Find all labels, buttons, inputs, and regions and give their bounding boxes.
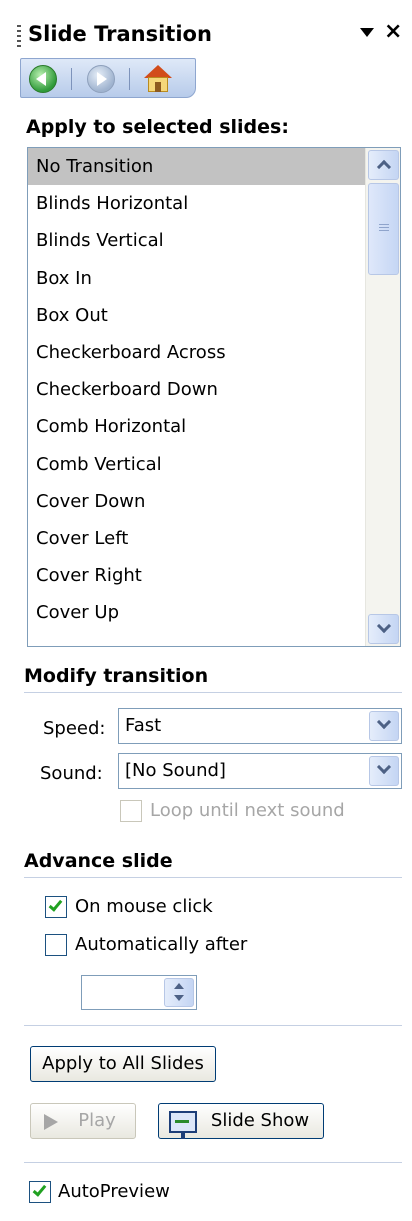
section-divider	[24, 1162, 402, 1163]
list-item[interactable]: Cover Left	[28, 520, 367, 557]
list-item[interactable]: Cover Up	[28, 594, 367, 631]
list-item[interactable]: Checkerboard Across	[28, 334, 367, 371]
auto-advance-label[interactable]: Automatically after	[75, 934, 247, 955]
list-scrollbar[interactable]	[365, 148, 400, 646]
slide-transition-pane: Slide Transition × Apply to selected sli…	[0, 0, 412, 1221]
apply-to-all-button[interactable]: Apply to All Slides	[30, 1046, 216, 1082]
list-item[interactable]: Box Out	[28, 297, 367, 334]
close-icon[interactable]: ×	[384, 21, 402, 43]
chevron-down-icon[interactable]	[369, 756, 399, 786]
sound-label: Sound:	[40, 763, 103, 784]
chevron-down-icon[interactable]	[369, 711, 399, 741]
spinner-icon[interactable]	[164, 978, 194, 1007]
pane-title-bar: Slide Transition ×	[0, 0, 412, 66]
list-item[interactable]: Blinds Vertical	[28, 222, 367, 259]
pane-menu-dropdown-icon[interactable]	[360, 28, 374, 37]
nav-toolbar	[20, 58, 196, 98]
slide-show-label: Slide Show	[210, 1110, 310, 1131]
list-item[interactable]: Cover Right	[28, 557, 367, 594]
speed-select[interactable]: Fast	[118, 708, 402, 744]
speed-value: Fast	[125, 715, 162, 736]
on-mouse-click-checkbox[interactable]	[45, 896, 67, 918]
nav-separator	[129, 68, 130, 90]
autopreview-label[interactable]: AutoPreview	[58, 1181, 170, 1202]
slide-show-button[interactable]: Slide Show	[158, 1103, 324, 1139]
scroll-down-icon[interactable]	[368, 614, 399, 644]
section-divider	[24, 692, 402, 693]
auto-advance-time-input[interactable]	[81, 975, 197, 1010]
sound-value: [No Sound]	[125, 760, 226, 781]
play-label: Play	[78, 1110, 116, 1131]
drag-grip-icon[interactable]	[17, 25, 21, 47]
list-item[interactable]: Checkerboard Down	[28, 371, 367, 408]
advance-heading: Advance slide	[24, 850, 173, 872]
auto-advance-checkbox[interactable]	[45, 934, 67, 956]
checkmark-icon	[48, 897, 63, 912]
nav-separator	[71, 68, 72, 90]
list-item[interactable]: Box In	[28, 260, 367, 297]
slide-show-icon	[169, 1111, 197, 1139]
sound-select[interactable]: [No Sound]	[118, 753, 402, 789]
autopreview-checkbox[interactable]	[29, 1181, 51, 1203]
section-divider	[24, 1025, 402, 1026]
list-item[interactable]: Comb Vertical	[28, 446, 367, 483]
list-item[interactable]: Blinds Horizontal	[28, 185, 367, 222]
scroll-thumb[interactable]	[368, 183, 399, 275]
section-divider	[24, 877, 402, 878]
scroll-up-icon[interactable]	[368, 150, 399, 180]
play-icon	[44, 1114, 58, 1130]
list-item[interactable]: Cover Down	[28, 483, 367, 520]
loop-checkbox[interactable]	[120, 800, 142, 822]
on-mouse-click-label[interactable]: On mouse click	[75, 896, 213, 917]
back-arrow-icon[interactable]	[29, 65, 57, 93]
list-item[interactable]: Comb Horizontal	[28, 408, 367, 445]
forward-arrow-icon[interactable]	[87, 65, 115, 93]
apply-section-label: Apply to selected slides:	[26, 116, 289, 138]
loop-label: Loop until next sound	[150, 800, 345, 821]
pane-title: Slide Transition	[28, 22, 212, 46]
list-item[interactable]: No Transition	[28, 148, 367, 186]
transition-listbox[interactable]: No Transition Blinds Horizontal Blinds V…	[27, 147, 401, 647]
modify-heading: Modify transition	[24, 665, 209, 687]
transition-list: No Transition Blinds Horizontal Blinds V…	[28, 148, 367, 631]
speed-label: Speed:	[43, 718, 106, 739]
home-icon[interactable]	[143, 64, 173, 94]
checkmark-icon	[32, 1182, 47, 1197]
play-button[interactable]: Play	[30, 1103, 136, 1139]
